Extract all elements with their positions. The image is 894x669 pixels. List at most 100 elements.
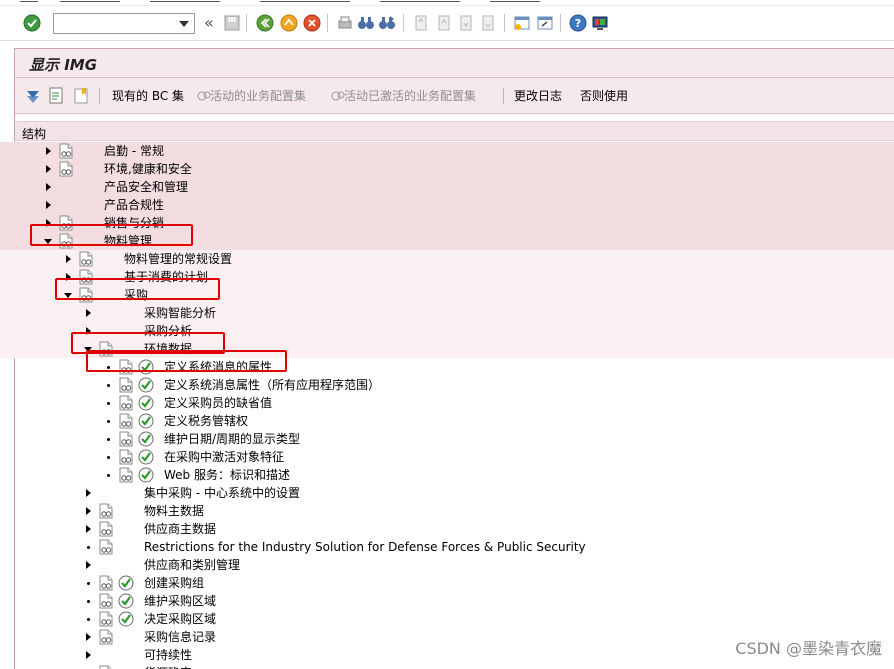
existing-bc-sets-button[interactable]: 现有的 BC 集 (112, 87, 184, 105)
tree-row[interactable]: 采购智能分析 (0, 304, 894, 322)
tree-node-label[interactable]: 环境数据 (144, 342, 192, 356)
tree-node-label[interactable]: 采购 (124, 288, 148, 302)
documentation-icon[interactable] (98, 575, 114, 591)
tree-node-label[interactable]: 决定采购区域 (144, 612, 216, 626)
documentation-icon[interactable] (118, 413, 134, 429)
cancel-icon[interactable] (303, 14, 321, 32)
documentation-icon[interactable] (98, 539, 114, 555)
tree-row[interactable]: 物料管理的常规设置 (0, 250, 894, 268)
tree-node-label[interactable]: 物料管理的常规设置 (124, 252, 232, 266)
help-icon[interactable]: ? (569, 14, 587, 32)
collapse-arrow-icon[interactable] (44, 239, 52, 244)
documentation-icon[interactable] (58, 233, 74, 249)
change-log-button[interactable]: 更改日志 (514, 87, 562, 105)
documentation-icon[interactable] (98, 503, 114, 519)
documentation-icon[interactable] (58, 143, 74, 159)
execute-activity-icon[interactable] (138, 431, 154, 447)
command-input[interactable] (54, 14, 174, 33)
expand-arrow-icon[interactable] (66, 255, 71, 263)
tree-node-label[interactable]: 可持续性 (144, 648, 192, 662)
expand-arrow-icon[interactable] (86, 327, 91, 335)
tree-node-label[interactable]: 产品安全和管理 (104, 180, 188, 194)
execute-activity-icon[interactable] (138, 395, 154, 411)
tree-row[interactable]: 环境数据 (0, 340, 894, 358)
documentation-icon[interactable] (118, 467, 134, 483)
tree-row[interactable]: 在采购中激活对象特征 (0, 448, 894, 466)
expand-arrow-icon[interactable] (46, 165, 51, 173)
execute-activity-icon[interactable] (138, 467, 154, 483)
expand-arrow-icon[interactable] (86, 561, 91, 569)
activated-bc-sets-button[interactable]: 活动已激活的业务配置集 (344, 87, 476, 105)
tree-row[interactable]: 物料主数据 (0, 502, 894, 520)
tree-node-label[interactable]: 定义采购员的缺省值 (164, 396, 272, 410)
documentation-icon[interactable] (118, 377, 134, 393)
tree-row[interactable]: 产品安全和管理 (0, 178, 894, 196)
collapse-icon[interactable]: « (204, 13, 214, 32)
active-bc-set-button[interactable]: 活动的业务配置集 (210, 87, 306, 105)
tree-node-label[interactable]: 环境,健康和安全 (104, 162, 192, 176)
tree-node-label[interactable]: 供应商和类别管理 (144, 558, 240, 572)
collapse-arrow-icon[interactable] (84, 347, 92, 352)
expand-arrow-icon[interactable] (86, 309, 91, 317)
tree-row[interactable]: 物料管理 (0, 232, 894, 250)
command-field[interactable] (53, 13, 195, 34)
shortcut-icon[interactable] (536, 14, 554, 32)
documentation-icon[interactable] (98, 665, 114, 669)
tree-row[interactable]: 启勤 - 常规 (0, 142, 894, 160)
expand-arrow-icon[interactable] (86, 507, 91, 515)
tree-node-label[interactable]: 维护日期/周期的显示类型 (164, 432, 300, 446)
tree-node-label[interactable]: 物料主数据 (144, 504, 204, 518)
tree-node-label[interactable]: 定义系统消息的属性 (164, 360, 272, 374)
execute-activity-icon[interactable] (118, 575, 134, 591)
tree-row[interactable]: Restrictions for the Industry Solution f… (0, 538, 894, 556)
expand-arrow-icon[interactable] (46, 183, 51, 191)
expand-arrow-icon[interactable] (86, 651, 91, 659)
tree-row[interactable]: 创建采购组 (0, 574, 894, 592)
tree-node-label[interactable]: 物料管理 (104, 234, 152, 248)
expand-arrow-icon[interactable] (86, 633, 91, 641)
tree-node-label[interactable]: Restrictions for the Industry Solution f… (144, 540, 586, 554)
documentation-icon[interactable] (58, 161, 74, 177)
expand-arrow-icon[interactable] (86, 525, 91, 533)
expand-arrow-icon[interactable] (46, 147, 51, 155)
tree-row[interactable]: 维护日期/周期的显示类型 (0, 430, 894, 448)
save-icon[interactable] (223, 14, 241, 32)
collapse-arrow-icon[interactable] (64, 293, 72, 298)
tree-node-label[interactable]: 采购分析 (144, 324, 192, 338)
execute-activity-icon[interactable] (118, 611, 134, 627)
tree-row[interactable]: 基于消费的计划 (0, 268, 894, 286)
enter-icon[interactable] (23, 14, 41, 32)
tree-row[interactable]: 货源确定 (0, 664, 894, 669)
else-usage-button[interactable]: 否则使用 (580, 87, 628, 105)
documentation-icon[interactable] (98, 341, 114, 357)
chevron-down-icon[interactable] (179, 21, 189, 27)
tree-row[interactable]: 销售与分销 (0, 214, 894, 232)
tree-node-label[interactable]: 启勤 - 常规 (104, 144, 164, 158)
tree-row[interactable]: 供应商主数据 (0, 520, 894, 538)
expand-arrow-icon[interactable] (46, 219, 51, 227)
tree-node-label[interactable]: 基于消费的计划 (124, 270, 208, 284)
documentation-icon[interactable] (98, 629, 114, 645)
tree-row[interactable]: 定义税务管辖权 (0, 412, 894, 430)
documentation-icon[interactable] (98, 593, 114, 609)
tree-row[interactable]: 供应商和类别管理 (0, 556, 894, 574)
tree-row[interactable]: 采购 (0, 286, 894, 304)
documentation-icon[interactable] (78, 251, 94, 267)
tree-node-label[interactable]: Web 服务：标识和描述 (164, 468, 290, 482)
find-icon[interactable] (357, 14, 375, 32)
exit-icon[interactable] (280, 14, 298, 32)
tree-node-label[interactable]: 维护采购区域 (144, 594, 216, 608)
documentation-icon[interactable] (98, 521, 114, 537)
execute-activity-icon[interactable] (118, 593, 134, 609)
next-page-icon[interactable] (457, 14, 475, 32)
documentation-icon[interactable] (58, 215, 74, 231)
tree-row[interactable]: 产品合规性 (0, 196, 894, 214)
documentation-icon[interactable] (118, 431, 134, 447)
tree-row[interactable]: 定义系统消息的属性 (0, 358, 894, 376)
print-icon[interactable] (336, 14, 354, 32)
documentation-icon[interactable] (78, 269, 94, 285)
execute-activity-icon[interactable] (138, 377, 154, 393)
expand-subtree-icon[interactable] (25, 88, 41, 104)
tree-row[interactable]: 采购分析 (0, 322, 894, 340)
documentation-icon[interactable] (118, 395, 134, 411)
